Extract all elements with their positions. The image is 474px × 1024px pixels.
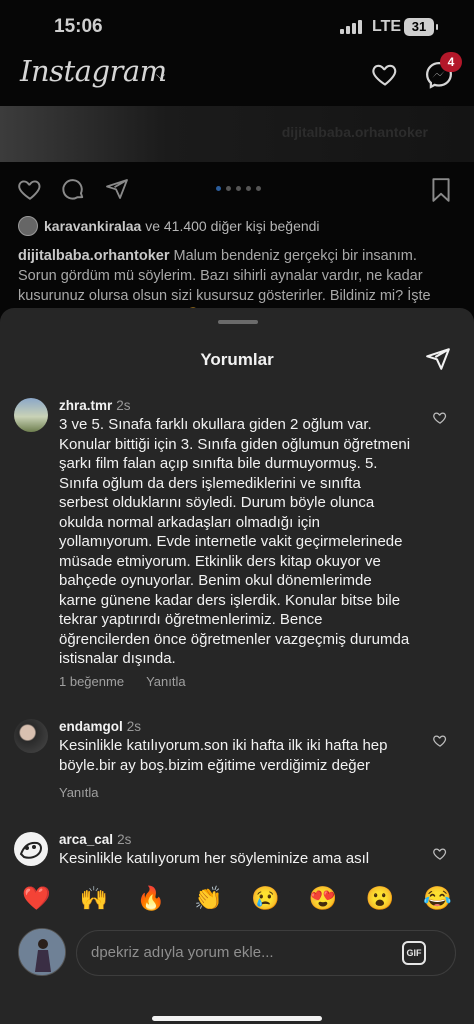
heart-icon[interactable] bbox=[370, 60, 400, 88]
comment-username[interactable]: arca_cal bbox=[59, 832, 113, 847]
reaction-laughing[interactable]: 😂 bbox=[417, 885, 457, 912]
battery-icon: 31 bbox=[404, 18, 438, 36]
status-bar: 15:06 LTE 31 bbox=[0, 0, 474, 50]
reply-button[interactable]: Yanıtla bbox=[146, 674, 186, 689]
avatar[interactable] bbox=[14, 832, 48, 866]
comment-time: 2s bbox=[116, 398, 131, 413]
reaction-raised-hands[interactable]: 🙌 bbox=[74, 885, 114, 912]
avatar-figure bbox=[19, 929, 65, 975]
share-icon[interactable] bbox=[425, 346, 451, 372]
comments-list[interactable]: zhra.tmr 2s 3 ve 5. Sınafa farklı okullar… bbox=[0, 388, 474, 873]
reaction-crying[interactable]: 😢 bbox=[246, 885, 286, 912]
app-header: Instagram ⌵ bbox=[0, 52, 474, 102]
liked-by-count: ve 41.400 diğer kişi beğendi bbox=[141, 218, 320, 234]
comment-composer: dpekriz adıyla yorum ekle... GIF bbox=[0, 920, 474, 1024]
avatar[interactable] bbox=[14, 398, 48, 432]
comment-text: Kesinlikle katılıyorum.son iki hafta ilk… bbox=[59, 737, 388, 774]
sheet-grabber[interactable] bbox=[218, 320, 258, 324]
gif-button[interactable]: GIF bbox=[402, 941, 426, 965]
reaction-heart[interactable]: ❤️ bbox=[17, 885, 57, 912]
comment-username[interactable]: endamgol bbox=[59, 719, 123, 734]
messages-badge: 4 bbox=[440, 52, 462, 72]
quick-reactions: ❤️ 🙌 🔥 👏 😢 😍 😮 😂 bbox=[0, 880, 474, 916]
like-heart-icon[interactable] bbox=[16, 176, 44, 202]
instagram-logo[interactable]: Instagram bbox=[20, 54, 167, 88]
reply-button[interactable]: Yanıtla bbox=[59, 785, 99, 800]
sheet-title: Yorumlar bbox=[200, 350, 274, 369]
comment-time: 2s bbox=[117, 832, 132, 847]
avatar bbox=[18, 216, 38, 236]
reaction-fire[interactable]: 🔥 bbox=[131, 885, 171, 912]
comment-text: 3 ve 5. Sınafa farklı okullara giden 2 o… bbox=[59, 416, 411, 667]
reaction-clap[interactable]: 👏 bbox=[188, 885, 228, 912]
bookmark-icon[interactable] bbox=[430, 177, 452, 203]
avatar[interactable] bbox=[14, 719, 48, 753]
carousel-dots bbox=[216, 186, 261, 191]
signal-icon bbox=[340, 20, 362, 34]
comment-like-icon[interactable] bbox=[432, 846, 448, 861]
comment-time: 2s bbox=[126, 719, 142, 734]
comment-like-icon[interactable] bbox=[432, 410, 448, 425]
comment-like-icon[interactable] bbox=[432, 733, 448, 748]
share-icon[interactable] bbox=[104, 177, 130, 201]
comment-text: Kesinlikle katılıyorum her söyleminize a… bbox=[59, 850, 370, 867]
avatar bbox=[18, 928, 66, 976]
reaction-surprised[interactable]: 😮 bbox=[360, 885, 400, 912]
chevron-down-icon[interactable]: ⌵ bbox=[156, 68, 165, 83]
comments-sheet: Yorumlar zhra.tmr 2s 3 ve 5. Sınafa farkl… bbox=[0, 308, 474, 1024]
reaction-heart-eyes[interactable]: 😍 bbox=[303, 885, 343, 912]
comment-icon[interactable] bbox=[60, 176, 86, 202]
status-time: 15:06 bbox=[54, 16, 103, 37]
liked-by-user[interactable]: karavankiralaa bbox=[44, 218, 141, 234]
network-label: LTE bbox=[372, 18, 402, 35]
post-watermark: dijitalbaba.orhantoker bbox=[281, 124, 428, 140]
avatar-drawing bbox=[19, 841, 42, 859]
comment-username[interactable]: zhra.tmr bbox=[59, 398, 112, 413]
comment-input[interactable]: dpekriz adıyla yorum ekle... bbox=[76, 930, 456, 976]
post-actions bbox=[0, 176, 474, 206]
caption-username[interactable]: dijitalbaba.orhantoker bbox=[18, 248, 169, 264]
post-image[interactable]: dijitalbaba.orhantoker bbox=[0, 106, 474, 162]
liked-by[interactable]: karavankiralaa ve 41.400 diğer kişi beğe… bbox=[18, 216, 320, 236]
home-indicator[interactable] bbox=[152, 1016, 322, 1021]
comment-likes[interactable]: 1 beğenme bbox=[59, 674, 124, 689]
